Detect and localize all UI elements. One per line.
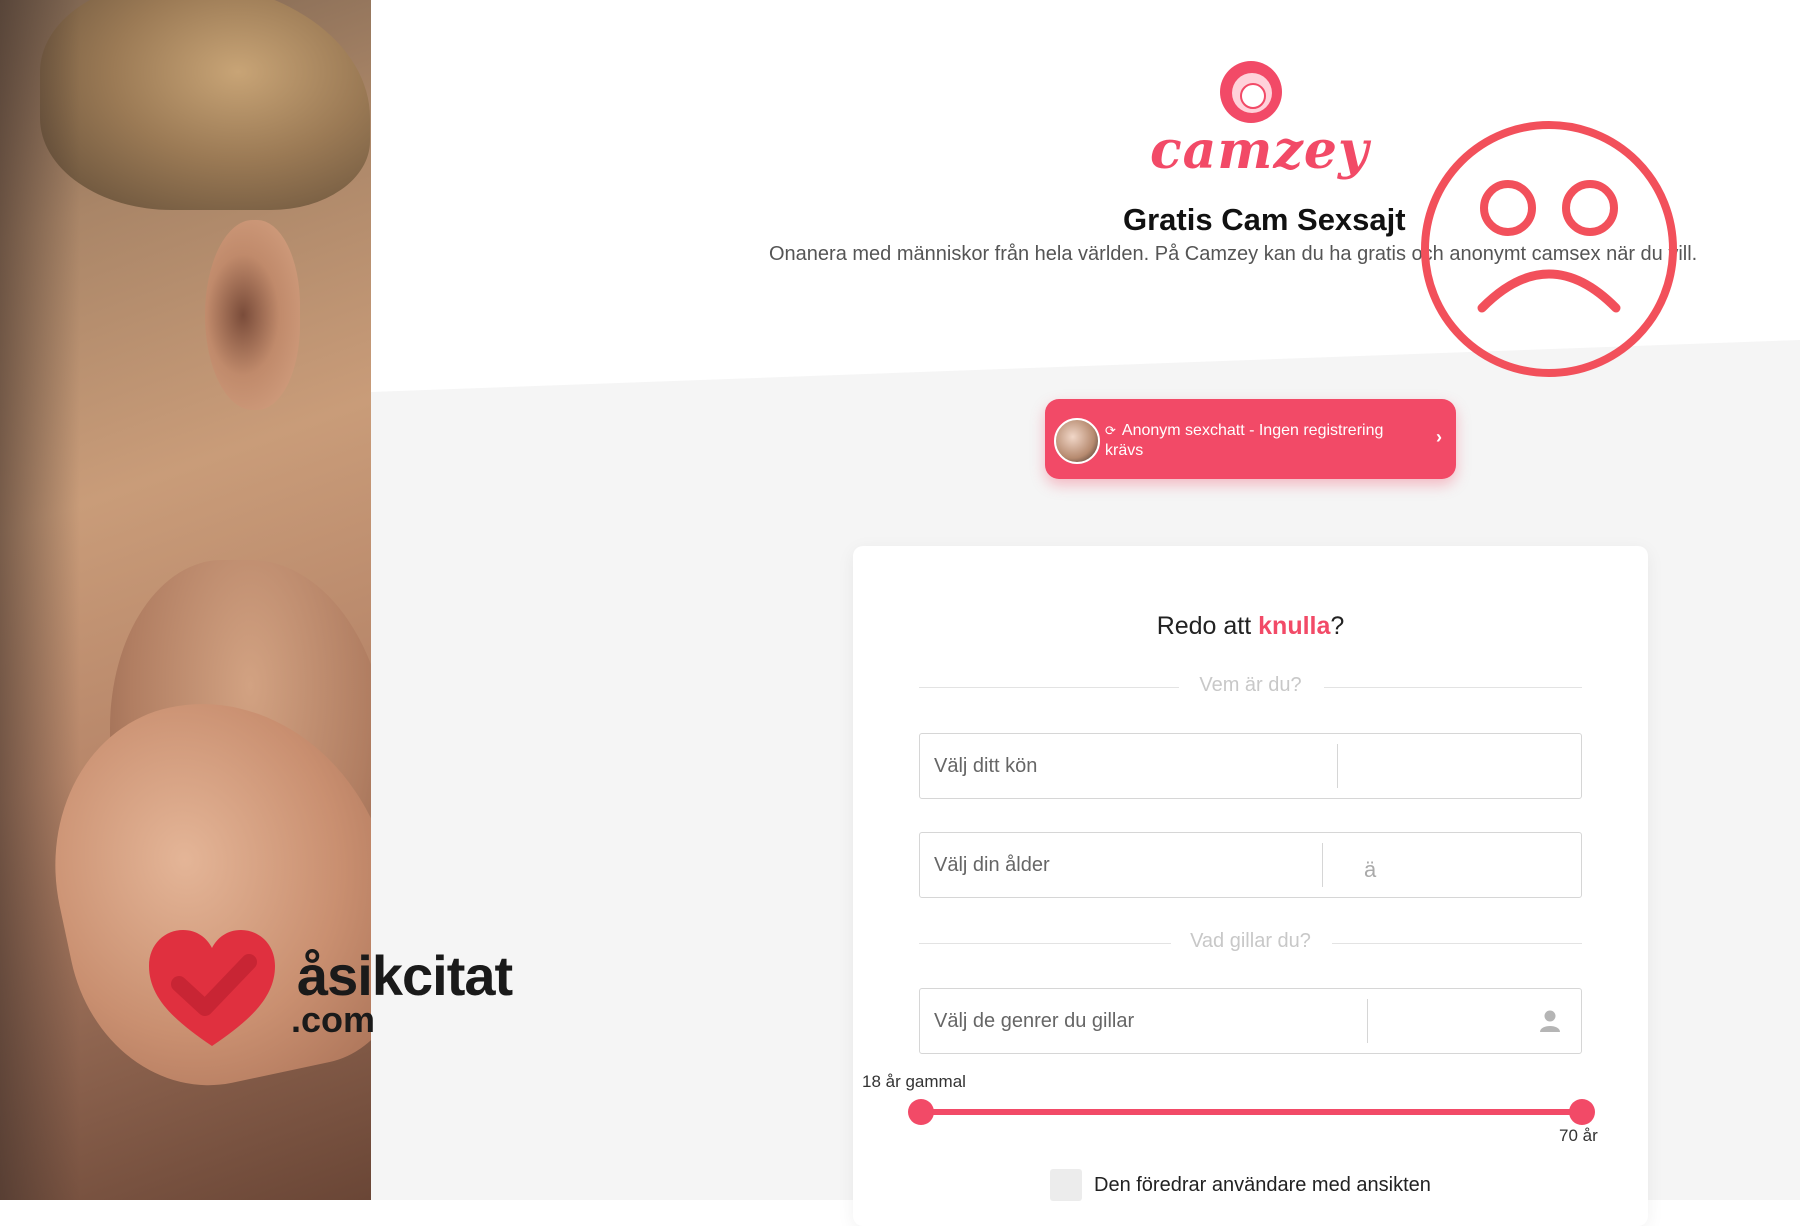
section-divider-who: Vem är du? (919, 674, 1582, 702)
age-range-min-handle[interactable] (908, 1099, 934, 1125)
avatar (1054, 418, 1100, 464)
refresh-icon: ⟳ (1105, 423, 1116, 438)
age-range-max-handle[interactable] (1569, 1099, 1595, 1125)
prefer-faces-label: Den föredrar användare med ansikten (1094, 1174, 1431, 1196)
anonymous-chat-button[interactable]: ⟳ Anonym sexchatt - Ingen registrering kr… (1045, 399, 1456, 479)
user-icon (1540, 1010, 1560, 1032)
prefer-faces-checkbox[interactable] (1050, 1169, 1082, 1201)
photo-hair (40, 0, 370, 210)
watermark-logo: åsikcitat .com (145, 920, 545, 1055)
heart-check-icon (149, 930, 275, 1046)
watermark-domain: .com (291, 999, 376, 1040)
sad-face-icon (1421, 121, 1677, 377)
age-range-max-label: 70 år (1559, 1126, 1598, 1145)
photo-ear (205, 220, 300, 410)
age-range-min-label: 18 år gammal (862, 1072, 966, 1091)
photo-shadow (0, 0, 80, 1200)
chevron-right-icon: › (1436, 427, 1442, 447)
age-glyph: ä (1364, 857, 1377, 882)
section-divider-likes: Vad gillar du? (919, 930, 1582, 958)
signup-card: Redo att knulla? Vem är du? Välj ditt kö… (853, 546, 1648, 1226)
watermark-name: åsikcitat (297, 944, 513, 1007)
logo-mark-icon (1220, 61, 1282, 123)
age-range-track[interactable] (919, 1109, 1580, 1115)
card-title: Redo att knulla? (1156, 612, 1345, 640)
anonymous-chat-label: Anonym sexchatt - Ingen registrering krä… (1105, 422, 1384, 459)
genre-select[interactable]: Välj de genrer du gillar (919, 988, 1582, 1054)
age-select[interactable]: Välj din ålder ä (919, 832, 1582, 898)
gender-select[interactable]: Välj ditt kön (919, 733, 1582, 799)
logo-text: camzey (1150, 120, 1370, 181)
